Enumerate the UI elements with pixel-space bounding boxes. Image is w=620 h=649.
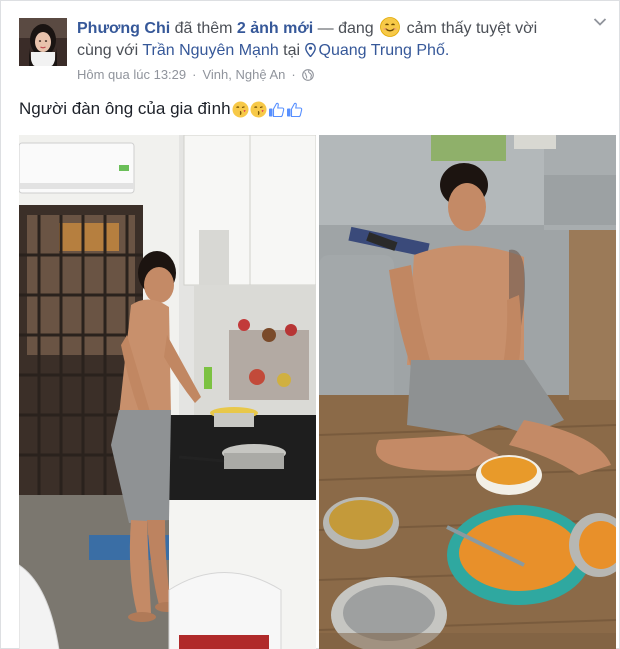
- globe-icon[interactable]: [301, 68, 314, 81]
- kiss-face-icon: [232, 101, 249, 117]
- living-room-photo-image: [319, 135, 616, 649]
- meta-separator: ·: [192, 67, 197, 82]
- location-link[interactable]: Quang Trung Phố.: [319, 42, 450, 59]
- photo-living-room[interactable]: [319, 135, 616, 649]
- kitchen-photo-image: [19, 135, 316, 649]
- dash-text: — đang: [317, 20, 374, 37]
- author-avatar[interactable]: [19, 18, 67, 66]
- facebook-post: Phương Chi đã thêm 2 ảnh mới — đang cảm …: [0, 0, 620, 649]
- post-meta: Hôm qua lúc 13:29 · Vinh, Nghệ An ·: [77, 67, 314, 82]
- post-timestamp[interactable]: Hôm qua lúc 13:29: [77, 67, 186, 82]
- photo-count-link[interactable]: 2 ảnh mới: [237, 20, 313, 37]
- caption-text: Người đàn ông của gia đình: [19, 99, 231, 118]
- at-text: tại: [283, 42, 301, 59]
- tagged-person-link[interactable]: Trần Nguyên Mạnh: [142, 42, 278, 59]
- meta-separator-2: ·: [291, 67, 296, 82]
- author-name[interactable]: Phương Chi: [77, 20, 170, 37]
- chevron-down-icon[interactable]: [593, 17, 607, 27]
- post-place[interactable]: Vinh, Nghệ An: [202, 67, 285, 82]
- thumbs-up-icon: [268, 102, 284, 117]
- action-text: đã thêm: [174, 20, 233, 37]
- feeling-text: cảm thấy tuyệt vời: [406, 20, 538, 37]
- post-caption: Người đàn ông của gia đình: [19, 99, 303, 119]
- smiling-face-icon: [380, 17, 401, 37]
- photo-kitchen[interactable]: [19, 135, 316, 649]
- map-pin-icon: [304, 43, 316, 57]
- post-header: Phương Chi đã thêm 2 ảnh mới — đang cảm …: [77, 17, 597, 62]
- thumbs-up-icon: [286, 102, 302, 117]
- kiss-face-icon: [250, 101, 267, 117]
- with-text: cùng với: [77, 42, 139, 59]
- avatar-image: [19, 18, 67, 66]
